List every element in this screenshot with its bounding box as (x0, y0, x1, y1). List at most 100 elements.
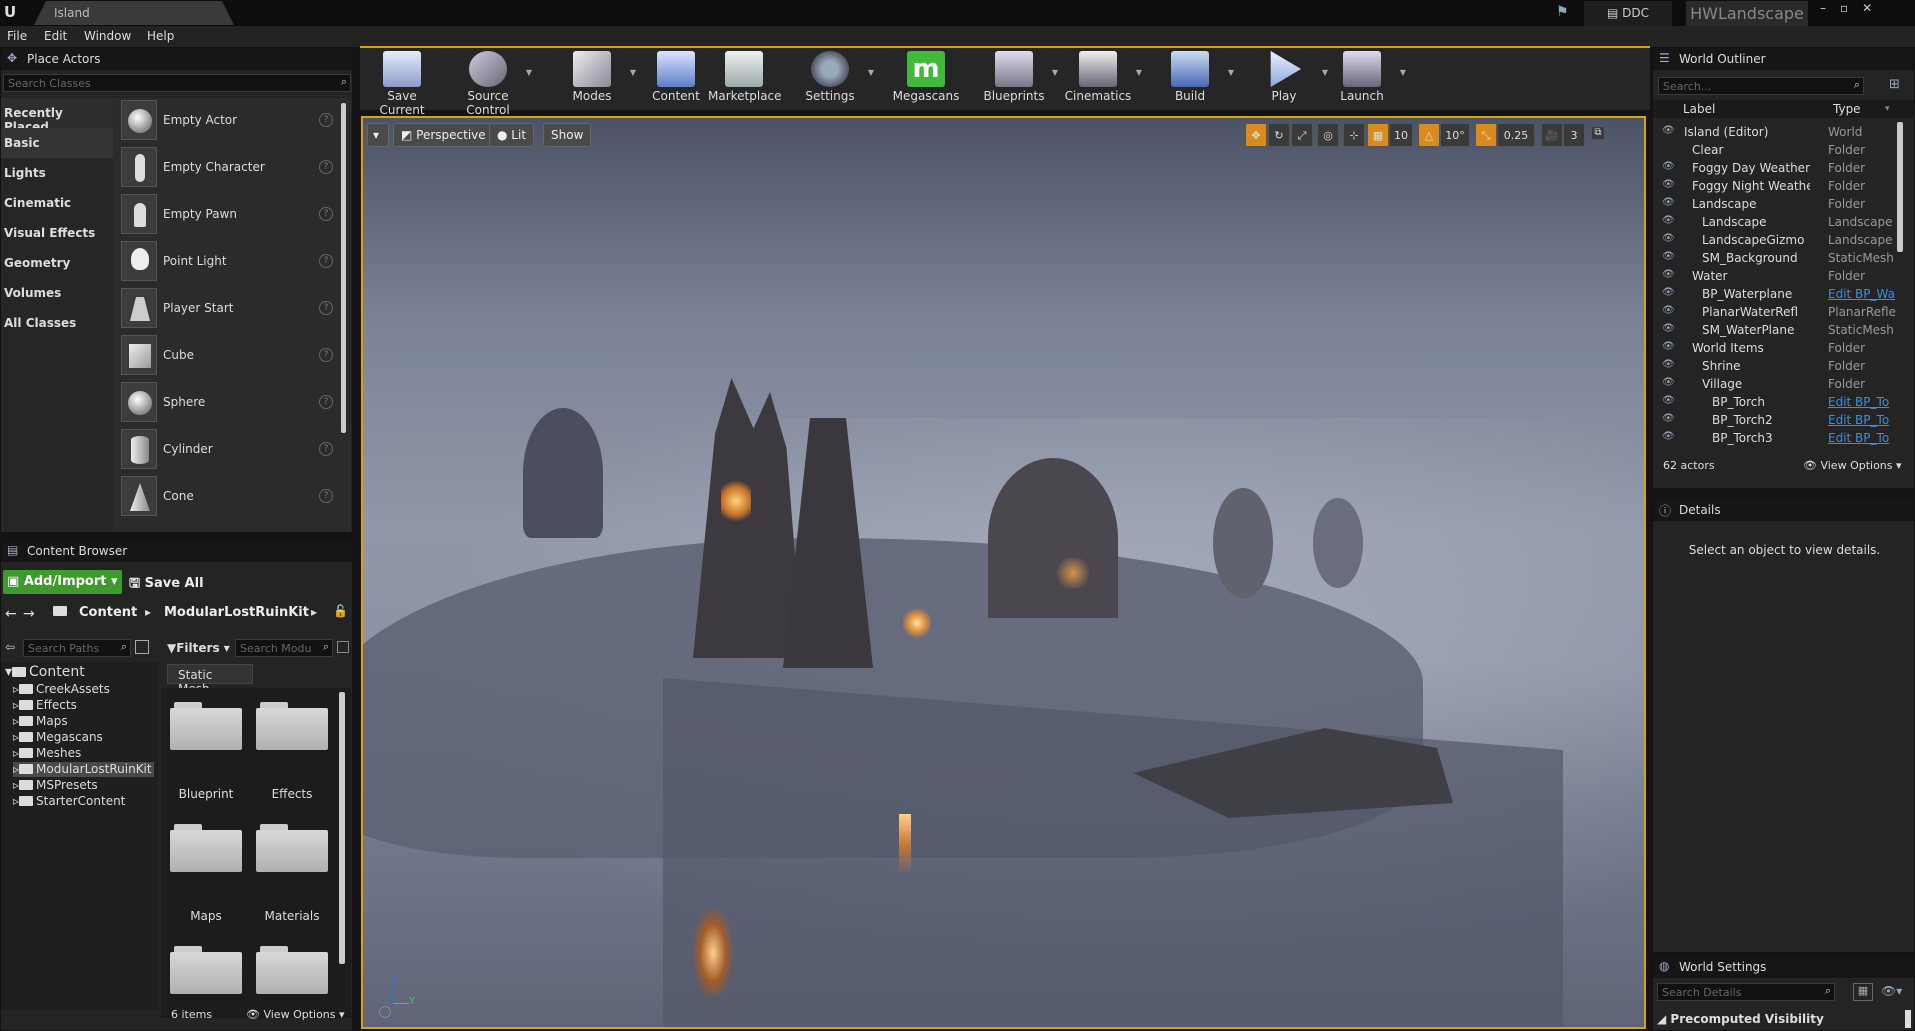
actor-sphere[interactable]: Sphere? (121, 382, 336, 426)
outliner-row[interactable]: 👁 World Items Folder (1656, 339, 1912, 357)
folder-thumbnail-icon[interactable] (170, 822, 242, 872)
actor-cube[interactable]: Cube? (121, 335, 336, 379)
sort-icon[interactable]: ▾ (1885, 104, 1890, 114)
menu-file[interactable]: File (7, 29, 27, 43)
precomputed-visibility-section[interactable]: ◢ Precomputed Visibility (1657, 1012, 1824, 1026)
asset-label[interactable]: Effects (249, 787, 335, 801)
close-icon[interactable]: ✕ (1862, 1, 1886, 15)
help-icon[interactable]: ? (319, 442, 333, 456)
category-all-classes[interactable]: All Classes (1, 308, 113, 338)
level-tab[interactable]: Island (34, 1, 234, 25)
megascans-button[interactable]: m Megascans (890, 46, 962, 106)
actor-point-light[interactable]: Point Light? (121, 241, 336, 285)
forward-icon[interactable]: → (23, 606, 35, 622)
filters-button[interactable]: ▼Filters ▾ (167, 641, 230, 655)
asset-label[interactable]: Blueprint (163, 787, 249, 801)
help-icon[interactable]: ? (319, 489, 333, 503)
help-icon[interactable]: ? (319, 113, 333, 127)
add-import-button[interactable]: ▣ Add/Import ▾ (3, 570, 122, 594)
outliner-row[interactable]: 👁 BP_Waterplane Edit BP_Wa (1656, 285, 1912, 303)
lit-button[interactable]: ● Lit (489, 123, 535, 147)
actor-list-scrollbar[interactable] (341, 103, 346, 433)
tree-root-content[interactable]: ▾ Content (5, 664, 85, 680)
breadcrumb-content[interactable]: Content (79, 605, 137, 620)
sources-toggle-icon[interactable]: ⇦ (5, 640, 15, 654)
col-type[interactable]: Type (1833, 102, 1861, 116)
eye-icon[interactable]: 👁 (1662, 125, 1675, 136)
add-actor-icon[interactable]: ⊞ (1889, 77, 1900, 92)
level-viewport[interactable]: ▾ ◩ Perspective ● Lit Show ✥ ↻ ⤢ ◎ ⊹ ▦ 1… (361, 116, 1646, 1029)
maximize-viewport-icon[interactable]: ⧉ (1591, 126, 1605, 140)
edit-blueprint-link[interactable]: Edit BP_Wa (1828, 287, 1900, 301)
asset-label[interactable]: Materials (249, 909, 335, 923)
settings-button[interactable]: Settings ▼ (794, 46, 874, 106)
eye-icon[interactable]: 👁 (1662, 287, 1675, 298)
tree-folder[interactable]: ▹ Meshes (13, 746, 81, 761)
content-browser-tab[interactable]: ▤ Content Browser (1, 540, 352, 562)
details-tab[interactable]: ⓘ Details (1653, 499, 1914, 521)
category-recently-placed[interactable]: Recently Placed (1, 98, 113, 134)
eye-icon[interactable]: 👁 (1662, 341, 1675, 352)
folder-thumbnail-icon[interactable] (170, 700, 242, 750)
tree-folder[interactable]: ▹ Effects (13, 698, 77, 713)
outliner-row[interactable]: 👁 Shrine Folder (1656, 357, 1912, 375)
minimize-icon[interactable]: – (1820, 1, 1840, 15)
edit-blueprint-link[interactable]: Edit BP_To (1828, 431, 1900, 445)
help-icon[interactable]: ? (319, 254, 333, 268)
perspective-button[interactable]: ◩ Perspective (393, 123, 494, 147)
surface-snap-icon[interactable]: ⊹ (1343, 123, 1365, 147)
grid-snap-icon[interactable]: ▦ (1367, 123, 1389, 147)
category-lights[interactable]: Lights (1, 158, 113, 188)
viewport-options-button[interactable]: ▾ (367, 123, 389, 147)
help-icon[interactable]: ? (319, 301, 333, 315)
eye-icon[interactable]: 👁 (1662, 359, 1675, 370)
outliner-row[interactable]: 👁 PlanarWaterRefl PlanarRefle (1656, 303, 1912, 321)
marketplace-button[interactable]: Marketplace (708, 46, 782, 106)
world-settings-scrollbar[interactable] (1905, 1010, 1911, 1028)
outliner-search-input[interactable]: Search... ⌕ (1658, 77, 1864, 95)
eye-icon[interactable]: 👁 (1662, 269, 1675, 280)
outliner-row[interactable]: 👁 SM_Background StaticMesh (1656, 249, 1912, 267)
outliner-row[interactable]: 👁 SM_WaterPlane StaticMesh (1656, 321, 1912, 339)
menu-edit[interactable]: Edit (44, 29, 67, 43)
eye-icon[interactable]: 👁 (1662, 233, 1675, 244)
category-visual-effects[interactable]: Visual Effects (1, 218, 113, 248)
window-controls[interactable]: –▫✕ (1820, 1, 1915, 15)
search-details-input[interactable]: Search Details ⌕ (1657, 983, 1835, 1001)
tree-folder[interactable]: ▹ CreekAssets (13, 682, 110, 697)
cinematics-button[interactable]: Cinematics ▼ (1062, 46, 1142, 106)
scale-snap-value[interactable]: 0.25 (1497, 123, 1535, 147)
outliner-row[interactable]: 👁 BP_Torch2 Edit BP_To (1656, 411, 1912, 429)
play-button[interactable]: Play ▼ (1248, 46, 1328, 106)
outliner-view-options-button[interactable]: 👁 View Options ▾ (1803, 459, 1902, 472)
rotation-snap-value[interactable]: 10° (1440, 123, 1470, 147)
back-icon[interactable]: ← (5, 606, 17, 622)
show-button[interactable]: Show (543, 123, 592, 147)
grid-size-value[interactable]: 10 (1389, 123, 1413, 147)
help-icon[interactable]: ? (319, 160, 333, 174)
eye-icon[interactable]: 👁 (1662, 251, 1675, 262)
help-icon[interactable]: ? (319, 348, 333, 362)
actor-cylinder[interactable]: Cylinder? (121, 429, 336, 473)
eye-icon[interactable]: 👁 (1662, 323, 1675, 334)
outliner-row[interactable]: 👁 Foggy Night Weather Folder (1656, 177, 1912, 195)
outliner-row[interactable]: Clear Folder (1656, 141, 1912, 159)
edit-blueprint-link[interactable]: Edit BP_To (1828, 395, 1900, 409)
asset-label[interactable]: Maps (163, 909, 249, 923)
camera-speed-value[interactable]: 3 (1563, 123, 1585, 147)
save-all-button[interactable]: 🖫 Save All (129, 574, 204, 596)
modes-button[interactable]: Modes ▼ (556, 46, 636, 106)
eye-icon[interactable]: 👁 (1662, 179, 1675, 190)
save-search-icon[interactable] (337, 641, 349, 653)
source-control-button[interactable]: Source Control ▼ (452, 46, 532, 117)
eye-icon[interactable]: 👁 (1662, 305, 1675, 316)
breadcrumb-arrow-icon[interactable]: ▸ (311, 605, 317, 619)
static-mesh-filter-chip[interactable]: Static Mesh (167, 664, 253, 696)
world-local-icon[interactable]: ◎ (1317, 123, 1339, 147)
menu-help[interactable]: Help (147, 29, 174, 43)
view-options-button[interactable]: 👁 View Options ▾ (246, 1008, 345, 1021)
rotate-icon[interactable]: ↻ (1268, 123, 1290, 147)
help-icon[interactable]: ? (319, 207, 333, 221)
actor-empty-character[interactable]: Empty Character? (121, 147, 336, 191)
edit-blueprint-link[interactable]: Edit BP_To (1828, 413, 1900, 427)
